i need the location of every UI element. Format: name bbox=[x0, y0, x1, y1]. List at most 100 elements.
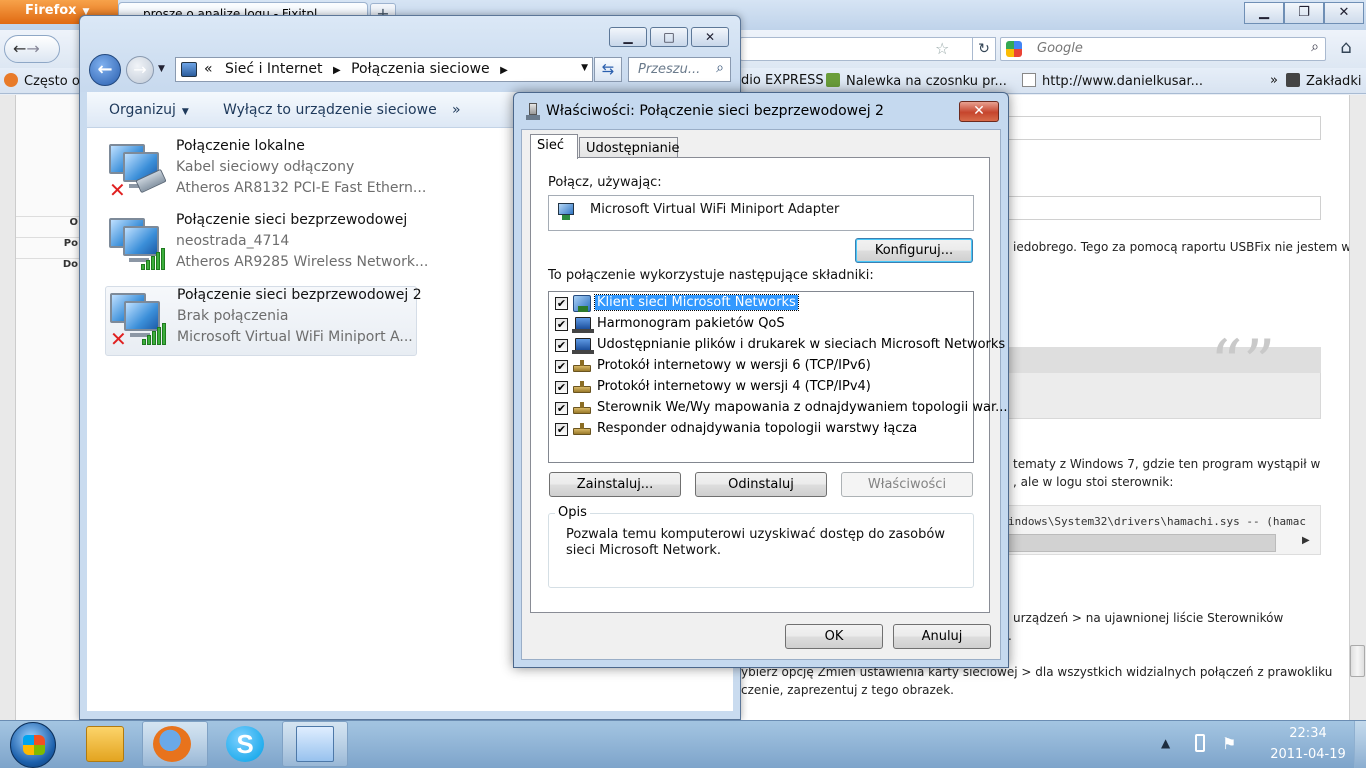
bookmark-radio-express[interactable]: dio EXPRESS bbox=[741, 73, 824, 88]
more-commands-icon: » bbox=[452, 102, 461, 118]
scroll-right-icon[interactable]: ▶ bbox=[1302, 535, 1310, 546]
disable-device-button[interactable]: Wyłącz to urządzenie sieciowe bbox=[223, 102, 437, 118]
post-text: urządzeń > na ujawnionej liście Sterowni… bbox=[1013, 611, 1284, 625]
component-row[interactable]: ✔ Protokół internetowy w wersji 6 (TCP/I… bbox=[553, 356, 973, 377]
bookmark-label: Nalewka na czosnku pr... bbox=[846, 74, 1007, 89]
connection-name: Połączenie sieci bezprzewodowej bbox=[176, 212, 408, 228]
ok-button[interactable]: OK bbox=[785, 624, 883, 649]
close-icon: ✕ bbox=[973, 103, 985, 119]
protocol-icon bbox=[573, 360, 591, 372]
page-icon bbox=[1022, 73, 1036, 87]
connection-name: Połączenie lokalne bbox=[176, 138, 305, 154]
start-button[interactable] bbox=[10, 722, 56, 768]
component-row[interactable]: ✔ Sterownik We/Wy mapowania z odnajdywan… bbox=[553, 398, 1008, 419]
organize-menu[interactable]: Organizuj ▼ bbox=[109, 102, 189, 118]
component-checkbox[interactable]: ✔ bbox=[555, 423, 568, 436]
component-label: Harmonogram pakietów QoS bbox=[597, 316, 785, 331]
disconnected-x-icon: ✕ bbox=[109, 178, 126, 202]
breadcrumb-item[interactable]: Sieć i Internet bbox=[225, 61, 322, 77]
component-label: Klient sieci Microsoft Networks bbox=[594, 294, 799, 311]
component-row[interactable]: ✔ Klient sieci Microsoft Networks bbox=[553, 293, 973, 314]
wireless-connection-icon bbox=[109, 218, 167, 274]
connection-item-local[interactable]: ✕ Połączenie lokalne Kabel sieciowy odłą… bbox=[105, 138, 426, 208]
explorer-minimize-button[interactable]: ▁ bbox=[609, 27, 647, 47]
sidebar-gutter bbox=[0, 95, 16, 720]
component-row[interactable]: ✔ Harmonogram pakietów QoS bbox=[553, 314, 973, 335]
bookmark-label: http://www.danielkusar... bbox=[1042, 74, 1203, 89]
code-scrollbar[interactable] bbox=[1006, 534, 1276, 552]
web-search-input[interactable]: Google ⌕ bbox=[1000, 37, 1326, 61]
install-button[interactable]: Zainstaluj... bbox=[549, 472, 681, 497]
install-label: Zainstaluj... bbox=[576, 477, 654, 492]
connection-item-wireless-2[interactable]: ✕ Połączenie sieci bezprzewodowej 2 Brak… bbox=[105, 286, 422, 356]
show-hidden-icons-icon[interactable]: ▲ bbox=[1161, 736, 1170, 750]
bookmark-label: dio EXPRESS bbox=[741, 73, 824, 88]
more-commands-button[interactable]: » bbox=[452, 102, 461, 118]
windows-logo-icon bbox=[23, 735, 45, 755]
clock-date[interactable]: 2011-04-19 bbox=[1262, 747, 1354, 762]
explorer-address-bar[interactable]: « Sieć i Internet ▶ Połączenia sieciowe … bbox=[175, 57, 593, 82]
show-desktop-button[interactable] bbox=[1354, 721, 1366, 768]
left-label: Po bbox=[16, 237, 80, 258]
component-row[interactable]: ✔ Responder odnajdywania topologii warst… bbox=[553, 419, 973, 440]
cancel-button[interactable]: Anuluj bbox=[893, 624, 991, 649]
close-icon: ✕ bbox=[704, 30, 716, 44]
breadcrumb-separator-icon[interactable]: ▶ bbox=[500, 65, 508, 76]
page-scrollbar[interactable] bbox=[1349, 95, 1366, 720]
maximize-icon: □ bbox=[663, 30, 675, 44]
explorer-search-input[interactable]: Przeszu... ⌕ bbox=[628, 57, 731, 82]
breadcrumb-item[interactable]: Połączenia sieciowe bbox=[351, 61, 490, 77]
bookmark-label: Zakładki bbox=[1306, 74, 1362, 89]
configure-button[interactable]: Konfiguruj... bbox=[855, 238, 973, 263]
firefox-maximize-button[interactable]: ❐ bbox=[1284, 2, 1324, 24]
back-forward-button[interactable]: ←→ bbox=[4, 35, 60, 63]
component-label: Protokół internetowy w wersji 6 (TCP/IPv… bbox=[597, 358, 871, 373]
uninstall-button[interactable]: Odinstaluj bbox=[695, 472, 827, 497]
component-checkbox[interactable]: ✔ bbox=[555, 297, 568, 310]
code-text: indows\System32\drivers\hamachi.sys -- (… bbox=[1008, 515, 1307, 528]
home-icon[interactable]: ⌂ bbox=[1331, 35, 1361, 63]
component-properties-button[interactable]: Właściwości bbox=[841, 472, 973, 497]
page-input-box[interactable] bbox=[1005, 196, 1321, 220]
connection-item-wireless[interactable]: Połączenie sieci bezprzewodowej neostrad… bbox=[105, 212, 428, 282]
firefox-close-button[interactable]: ✕ bbox=[1324, 2, 1364, 24]
bookmark-nalewka[interactable]: Nalewka na czosnku pr... bbox=[826, 73, 1007, 89]
clock-time[interactable]: 22:34 bbox=[1262, 726, 1354, 741]
tab-sharing[interactable]: Udostępnianie bbox=[579, 137, 680, 159]
url-bar[interactable] bbox=[740, 37, 995, 61]
bookmarks-menu[interactable]: Zakładki bbox=[1286, 73, 1361, 89]
explorer-close-button[interactable]: ✕ bbox=[691, 27, 729, 47]
address-dropdown-icon[interactable]: ▼ bbox=[581, 63, 588, 73]
post-text: czenie, zaprezentuj z tego obrazek. bbox=[741, 683, 954, 697]
bookmark-star-icon[interactable]: ☆ bbox=[935, 39, 949, 58]
component-checkbox[interactable]: ✔ bbox=[555, 339, 568, 352]
page-input-box[interactable] bbox=[1005, 116, 1321, 140]
reload-button[interactable]: ↻ bbox=[972, 37, 996, 61]
recent-pages-chevron-icon[interactable]: ▼ bbox=[158, 64, 165, 74]
component-checkbox[interactable]: ✔ bbox=[555, 402, 568, 415]
left-label: O bbox=[16, 216, 80, 237]
firefox-minimize-button[interactable]: ▁ bbox=[1244, 2, 1284, 24]
bookmarks-overflow-chevron-icon[interactable]: » bbox=[1270, 73, 1278, 88]
component-checkbox[interactable]: ✔ bbox=[555, 360, 568, 373]
dialog-title: Właściwości: Połączenie sieci bezprzewod… bbox=[546, 103, 884, 119]
page-scrollbar-thumb[interactable] bbox=[1350, 645, 1365, 677]
component-row[interactable]: ✔ Protokół internetowy w wersji 4 (TCP/I… bbox=[553, 377, 973, 398]
refresh-icon[interactable]: ⇆ bbox=[594, 57, 622, 82]
configure-label: Konfiguruj... bbox=[874, 243, 954, 258]
breadcrumb-separator-icon[interactable]: ▶ bbox=[333, 65, 341, 76]
explorer-maximize-button[interactable]: □ bbox=[650, 27, 688, 47]
connection-name: Połączenie sieci bezprzewodowej 2 bbox=[177, 287, 422, 303]
bookmark-danielkusar[interactable]: http://www.danielkusar... bbox=[1022, 73, 1203, 89]
address-prefix[interactable]: « bbox=[204, 61, 213, 77]
component-checkbox[interactable]: ✔ bbox=[555, 318, 568, 331]
search-icon[interactable]: ⌕ bbox=[1311, 39, 1319, 55]
action-center-flag-icon[interactable]: ⚑ bbox=[1222, 734, 1236, 753]
explorer-forward-button[interactable]: → bbox=[126, 56, 154, 84]
battery-icon[interactable] bbox=[1195, 734, 1205, 752]
explorer-back-button[interactable]: ← bbox=[89, 54, 121, 86]
tab-network[interactable]: Sieć bbox=[530, 134, 578, 159]
component-checkbox[interactable]: ✔ bbox=[555, 381, 568, 394]
component-row[interactable]: ✔ Udostępnianie plików i drukarek w siec… bbox=[553, 335, 1005, 356]
dialog-close-button[interactable]: ✕ bbox=[959, 101, 999, 122]
